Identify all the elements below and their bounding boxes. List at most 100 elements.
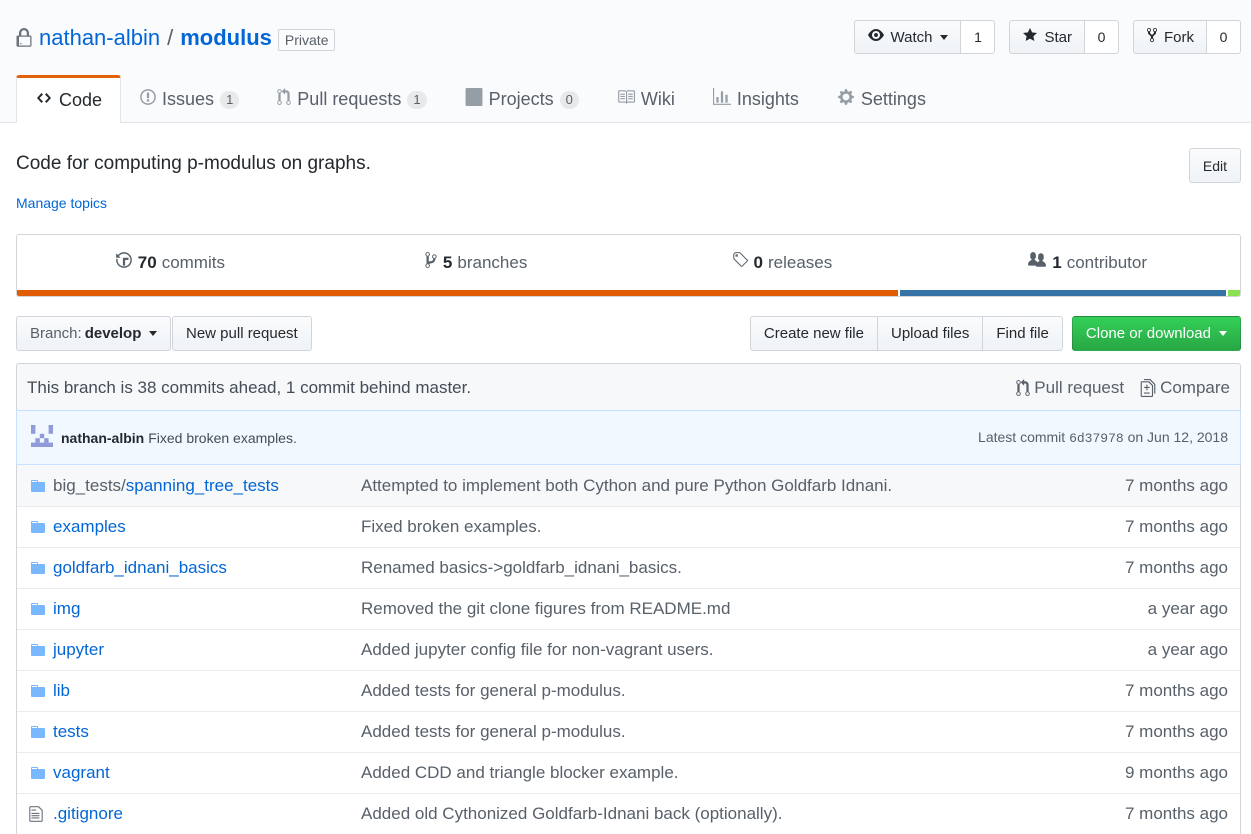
chevron-down-icon <box>1219 331 1227 336</box>
numbers-summary: 70 commits 5 branches 0 releases 1 contr… <box>16 234 1241 297</box>
repo-owner-link[interactable]: nathan-albin <box>39 25 160 51</box>
branch-icon <box>424 251 438 274</box>
branches-count: 5 <box>442 252 453 272</box>
project-icon <box>465 88 483 111</box>
tab-label: Pull requests <box>297 89 402 109</box>
file-actions: Create new file Upload files Find file C… <box>749 316 1241 351</box>
file-commit-message-link[interactable]: Added old Cythonized Goldfarb-Idnani bac… <box>361 804 1125 824</box>
commit-message-link[interactable]: Fixed broken examples. <box>148 430 297 446</box>
file-name: examples <box>53 517 126 536</box>
lock-icon <box>16 28 32 48</box>
tab-label: Wiki <box>640 89 675 109</box>
branch-select-button[interactable]: Branch: develop <box>16 316 172 351</box>
tab-issues[interactable]: Issues 1 <box>121 75 258 123</box>
compare-link[interactable]: Compare <box>1140 378 1230 398</box>
commit-sha-link[interactable]: 6d37978 <box>1069 431 1124 446</box>
file-name: spanning_tree_tests <box>125 475 279 495</box>
edit-description-button[interactable]: Edit <box>1188 148 1241 183</box>
repo-name-link[interactable]: modulus <box>180 25 272 51</box>
folder-icon <box>17 519 53 535</box>
tab-label: Issues <box>162 89 215 109</box>
file-commit-message-link[interactable]: Removed the git clone figures from READM… <box>361 599 1148 619</box>
star-icon <box>1022 27 1038 47</box>
chevron-down-icon <box>940 34 949 40</box>
star-count[interactable]: 0 <box>1085 20 1119 54</box>
gear-icon <box>837 88 855 111</box>
people-icon <box>1027 251 1047 274</box>
folder-icon <box>17 683 53 699</box>
watch-button[interactable]: Watch <box>853 20 962 54</box>
commit-author-link[interactable]: nathan-albin <box>61 430 144 446</box>
code-icon <box>35 90 53 111</box>
table-row: tests Added tests for general p-modulus. 7… <box>17 711 1240 752</box>
tab-insights[interactable]: Insights <box>694 75 818 123</box>
file-age: 7 months ago <box>1124 722 1228 741</box>
tab-settings[interactable]: Settings <box>818 75 945 123</box>
avatar[interactable] <box>31 425 53 450</box>
clone-or-download-button[interactable]: Clone or download <box>1071 316 1241 351</box>
new-pull-request-button[interactable]: New pull request <box>172 316 312 351</box>
fork-count[interactable]: 0 <box>1207 20 1241 54</box>
star-button[interactable]: Star <box>1009 20 1085 54</box>
fork-button[interactable]: Fork <box>1133 20 1207 54</box>
pull-request-link[interactable]: Pull request <box>1016 378 1124 398</box>
table-row: jupyter Added jupyter config file for non… <box>17 629 1240 670</box>
repo-header: nathan-albin / modulus Private Watch 1 S… <box>0 0 1251 123</box>
file-name-link[interactable]: tests <box>53 722 361 742</box>
folder-icon <box>17 642 53 658</box>
eye-icon <box>867 27 885 47</box>
file-commit-message-link[interactable]: Added jupyter config file for non-vagran… <box>361 640 1148 660</box>
contributors-count: 1 <box>1052 252 1062 272</box>
watch-count[interactable]: 1 <box>961 20 996 54</box>
file-name-link[interactable]: examples <box>53 517 361 537</box>
fork-icon <box>1146 27 1158 47</box>
create-new-file-button[interactable]: Create new file <box>749 316 878 351</box>
folder-icon <box>17 560 53 576</box>
language-bar-segment[interactable] <box>1225 290 1240 296</box>
contributors-link[interactable]: 1 contributor <box>934 235 1240 290</box>
language-bar-segment[interactable] <box>897 290 1226 296</box>
graph-icon <box>712 88 731 111</box>
tab-label: Code <box>59 90 103 110</box>
tab-code[interactable]: Code <box>16 75 122 123</box>
file-name-link[interactable]: vagrant <box>53 763 361 783</box>
file-commit-message-link[interactable]: Renamed basics->goldfarb_idnani_basics. <box>361 558 1125 578</box>
tag-icon <box>731 251 749 274</box>
repo-actions: Watch 1 Star 0 Fork 0 <box>853 20 1241 54</box>
language-bar-segment[interactable] <box>17 290 898 296</box>
file-commit-message-link[interactable]: Added tests for general p-modulus. <box>361 722 1125 742</box>
tab-pull-requests[interactable]: Pull requests 1 <box>258 75 445 123</box>
file-name: vagrant <box>53 763 110 782</box>
file-name-link[interactable]: goldfarb_idnani_basics <box>53 558 361 578</box>
file-icon <box>17 805 53 823</box>
file-name-link[interactable]: img <box>53 599 361 619</box>
commits-link[interactable]: 70 commits <box>17 235 323 290</box>
file-commit-message-link[interactable]: Attempted to implement both Cython and p… <box>361 476 1125 496</box>
star-group: Star 0 <box>1009 20 1119 54</box>
branches-link[interactable]: 5 branches <box>323 235 629 290</box>
fork-group: Fork 0 <box>1133 20 1241 54</box>
book-icon <box>617 88 635 111</box>
star-label: Star <box>1044 28 1072 46</box>
manage-topics-link[interactable]: Manage topics <box>16 195 107 211</box>
file-name-link[interactable]: big_tests/spanning_tree_tests <box>53 476 361 496</box>
file-commit-message-link[interactable]: Added CDD and triangle blocker example. <box>361 763 1125 783</box>
pull-request-icon <box>277 88 292 111</box>
file-name: .gitignore <box>53 804 123 823</box>
latest-commit-info: Latest commit 6d37978 on Jun 12, 2018 <box>978 429 1228 446</box>
tab-projects[interactable]: Projects 0 <box>446 75 598 123</box>
table-row: goldfarb_idnani_basics Renamed basics->go… <box>17 547 1240 588</box>
table-row: .gitignore Added old Cythonized Goldfarb-… <box>17 793 1240 834</box>
file-name-link[interactable]: .gitignore <box>53 804 361 824</box>
file-age: a year ago <box>1147 599 1228 618</box>
language-bar[interactable] <box>17 290 1240 296</box>
find-file-button[interactable]: Find file <box>982 316 1063 351</box>
file-commit-message-link[interactable]: Added tests for general p-modulus. <box>361 681 1125 701</box>
upload-files-button[interactable]: Upload files <box>876 316 984 351</box>
releases-link[interactable]: 0 releases <box>629 235 935 290</box>
file-commit-message-link[interactable]: Fixed broken examples. <box>361 517 1125 537</box>
file-name-link[interactable]: lib <box>53 681 361 701</box>
file-name-link[interactable]: jupyter <box>53 640 361 660</box>
tab-wiki[interactable]: Wiki <box>598 75 694 123</box>
file-age: a year ago <box>1147 640 1228 659</box>
